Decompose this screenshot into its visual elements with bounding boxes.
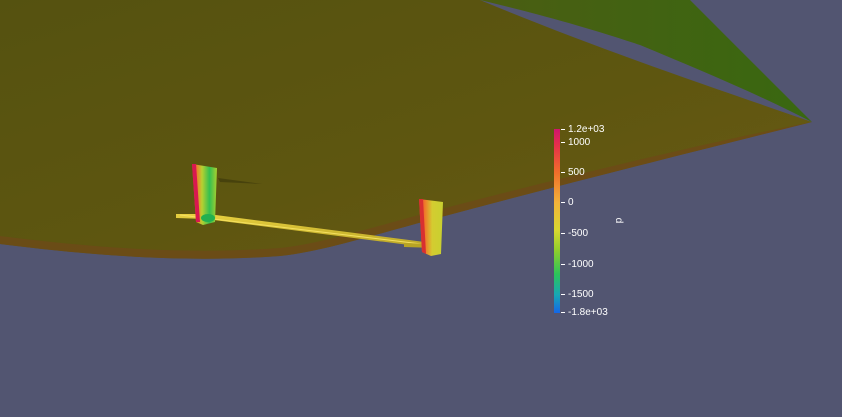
legend-tick-label: -1500	[568, 289, 594, 300]
legend-tick: 0	[561, 197, 574, 208]
rudder-left-hub	[201, 214, 215, 222]
legend-tick-label: 1000	[568, 137, 591, 148]
legend-min-label: -1.8e+03	[568, 307, 608, 318]
legend-min: -1.8e+03	[561, 307, 608, 318]
legend-max-label: 1.2e+03	[568, 124, 605, 135]
legend-tick: -500	[561, 228, 588, 239]
legend-tick: 500	[561, 167, 585, 178]
legend-max: 1.2e+03	[561, 124, 604, 135]
legend-tick-label: -1000	[568, 259, 594, 270]
scalar-bar: 1.2e+03 1000 500 0 -500 -1000 -1500 -1.8…	[554, 124, 644, 319]
scene-3d[interactable]	[0, 0, 842, 417]
legend-tick-label: 500	[568, 167, 585, 178]
legend-tick: -1500	[561, 289, 594, 300]
legend-title: p	[613, 217, 625, 224]
legend-tick-label: -500	[568, 228, 589, 239]
legend-tick: 1000	[561, 137, 590, 148]
colorbar-gradient	[554, 129, 560, 313]
render-viewport[interactable]: 1.2e+03 1000 500 0 -500 -1000 -1500 -1.8…	[0, 0, 842, 417]
legend-tick: -1000	[561, 259, 594, 270]
legend-tick-label: 0	[568, 197, 574, 208]
